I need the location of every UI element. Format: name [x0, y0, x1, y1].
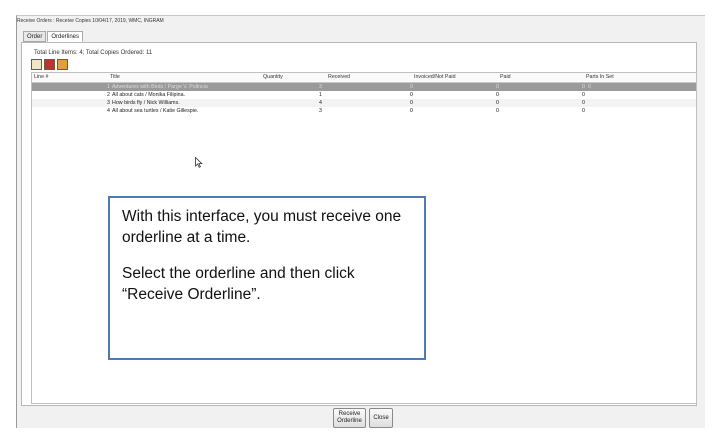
window-title: Receive Orders : Receive Copies 10/04/17…: [17, 18, 164, 24]
cell-paid: 0: [582, 108, 585, 114]
receive-button-label-1: Receive: [338, 411, 361, 417]
cell-received: 0: [410, 100, 413, 106]
cell-quantity: 3: [319, 108, 322, 114]
cell-quantity: 4: [319, 100, 322, 106]
close-button[interactable]: Close: [369, 408, 393, 428]
totals-summary: Total Line Items: 4; Total Copies Ordere…: [34, 50, 153, 56]
cell-paid: 0: [582, 100, 585, 106]
tab-bar: Order Orderlines: [23, 31, 84, 42]
cell-line: 1: [107, 84, 110, 90]
cell-title: All about sea turtles / Katie Gillespie.: [112, 108, 199, 114]
table-row[interactable]: 3 How birds fly / Nick Williams. 4 0 0 0: [32, 99, 696, 107]
receive-button-label-2: Orderline: [337, 418, 362, 424]
cell-line: 4: [107, 108, 110, 114]
cell-quantity: 1: [319, 92, 322, 98]
col-invoiced[interactable]: Invoiced/Not Paid: [414, 73, 500, 82]
table-row[interactable]: 2 All about cats / Monika Filipina. 1 0 …: [32, 91, 696, 99]
cell-paid: 0: [582, 92, 585, 98]
cell-quantity: 3: [319, 84, 322, 90]
tab-orderlines[interactable]: Orderlines: [47, 31, 84, 42]
col-quantity[interactable]: Quantity: [263, 73, 328, 82]
table-row[interactable]: 1 Adventures with Birds / Parge V. Polin…: [32, 83, 696, 91]
cell-invoiced: 0: [496, 84, 499, 90]
cell-invoiced: 0: [496, 100, 499, 106]
cell-invoiced: 0: [496, 108, 499, 114]
cell-received: 0: [410, 92, 413, 98]
col-title[interactable]: Title: [110, 73, 263, 82]
table-row[interactable]: 4 All about sea turtles / Katie Gillespi…: [32, 107, 696, 115]
col-parts[interactable]: Parts In Set: [586, 73, 686, 82]
cell-parts: 0: [588, 84, 591, 90]
book-icon[interactable]: [44, 59, 55, 70]
receive-orderline-button[interactable]: Receive Orderline: [333, 408, 366, 428]
table-header: Line # Title Quantity Received Invoiced/…: [32, 73, 696, 83]
instruction-callout: With this interface, you must receive on…: [108, 196, 426, 360]
callout-text-2: Select the orderline and then click “Rec…: [122, 265, 355, 303]
receive-icon[interactable]: [57, 59, 68, 70]
cell-received: 0: [410, 84, 413, 90]
col-line[interactable]: Line #: [32, 73, 110, 82]
cell-line: 2: [107, 92, 110, 98]
col-received[interactable]: Received: [328, 73, 414, 82]
cell-title: Adventures with Birds / Parge V. Polinci…: [112, 84, 208, 90]
document-icon[interactable]: [31, 59, 42, 70]
cell-title: All about cats / Monika Filipina.: [112, 92, 186, 98]
cell-invoiced: 0: [496, 92, 499, 98]
cell-received: 0: [410, 108, 413, 114]
toolbar: [31, 59, 68, 70]
cell-parts: [588, 99, 688, 107]
callout-text-1: With this interface, you must receive on…: [122, 208, 402, 246]
tab-order[interactable]: Order: [23, 31, 47, 42]
cell-paid: 0: [582, 84, 585, 90]
cell-parts: [588, 107, 688, 115]
col-paid[interactable]: Paid: [500, 73, 586, 82]
cell-parts: [588, 91, 688, 99]
cell-line: 3: [107, 100, 110, 106]
mouse-cursor-icon: [195, 157, 203, 168]
cell-title: How birds fly / Nick Williams.: [112, 100, 180, 106]
